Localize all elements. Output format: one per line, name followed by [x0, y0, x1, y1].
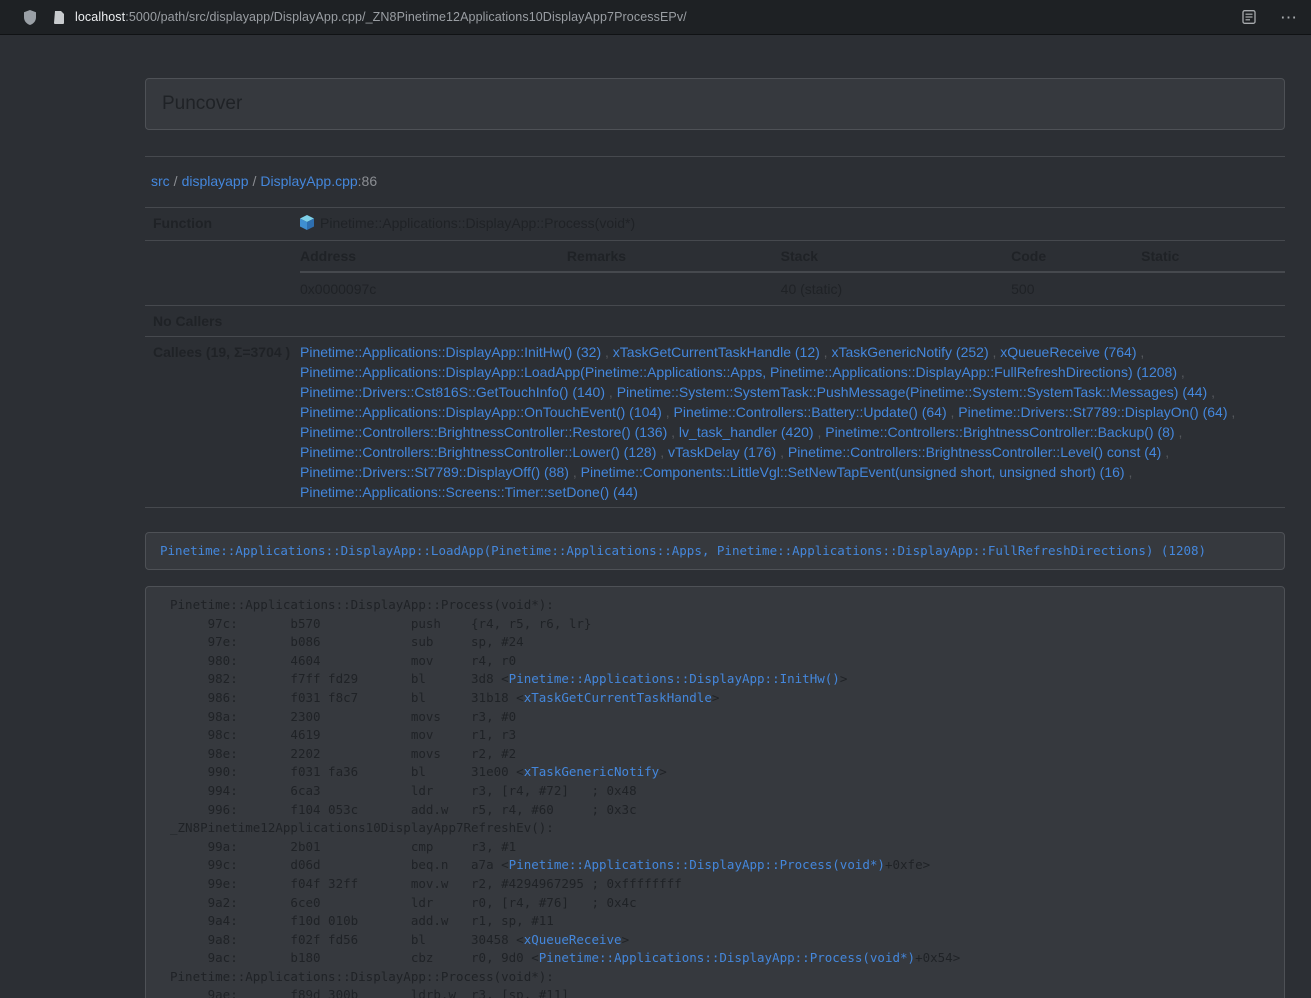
callee-separator: ,: [814, 424, 826, 440]
callee-separator: ,: [605, 384, 617, 400]
breadcrumb-link-src[interactable]: src: [151, 173, 170, 189]
stats-table: Address Remarks Stack Code Static 0x0000…: [300, 241, 1285, 305]
site-page-icon[interactable]: [54, 11, 65, 24]
callee-separator: ,: [820, 344, 832, 360]
page-content: Puncover src/displayapp/DisplayApp.cpp:8…: [145, 35, 1285, 998]
header-stack: Stack: [781, 241, 1011, 272]
code-symbol-link[interactable]: xQueueReceive: [524, 932, 622, 947]
shield-icon[interactable]: [22, 9, 38, 26]
callee-link[interactable]: vTaskDelay (176): [668, 444, 776, 460]
cell-stack: 40 (static): [781, 272, 1011, 305]
header-address: Address: [300, 241, 567, 272]
cell-address: 0x0000097c: [300, 272, 567, 305]
url-path: :5000/path/src/displayapp/DisplayApp.cpp…: [125, 10, 687, 24]
function-row-label: Function: [145, 208, 300, 241]
divider: [145, 156, 1285, 157]
callee-link[interactable]: Pinetime::Components::LittleVgl::SetNewT…: [581, 464, 1125, 480]
reader-view-icon[interactable]: [1242, 10, 1256, 24]
function-cube-icon: [300, 215, 314, 235]
function-name: Pinetime::Applications::DisplayApp::Proc…: [320, 215, 635, 231]
breadcrumb-line-number: :86: [358, 173, 377, 189]
breadcrumb-link-file[interactable]: DisplayApp.cpp: [260, 173, 357, 189]
breadcrumb-separator: /: [174, 173, 178, 189]
callee-separator: ,: [947, 404, 959, 420]
callee-link[interactable]: Pinetime::Drivers::Cst816S::GetTouchInfo…: [300, 384, 605, 400]
callee-separator: ,: [1175, 424, 1183, 440]
url-bar[interactable]: localhost:5000/path/src/displayapp/Displ…: [75, 10, 687, 24]
cell-remarks: [567, 272, 781, 305]
callee-link[interactable]: Pinetime::Controllers::Battery::Update()…: [674, 404, 947, 420]
callee-link[interactable]: Pinetime::Controllers::BrightnessControl…: [788, 444, 1161, 460]
header-code: Code: [1011, 241, 1141, 272]
page-title: Puncover: [162, 93, 242, 114]
disassembly: Pinetime::Applications::DisplayApp::Proc…: [170, 596, 1260, 998]
callee-link[interactable]: Pinetime::Controllers::BrightnessControl…: [825, 424, 1174, 440]
callees-list: Pinetime::Applications::DisplayApp::Init…: [300, 337, 1285, 508]
no-callers-row: No Callers: [145, 306, 1285, 337]
callee-separator: ,: [989, 344, 1001, 360]
header-static: Static: [1141, 241, 1285, 272]
breadcrumb-separator: /: [253, 173, 257, 189]
code-panel: Pinetime::Applications::DisplayApp::Proc…: [145, 586, 1285, 998]
stats-row-spacer: [145, 241, 300, 306]
browser-topbar: localhost:5000/path/src/displayapp/Displ…: [0, 0, 1311, 35]
code-symbol-link[interactable]: Pinetime::Applications::DisplayApp::Proc…: [509, 857, 885, 872]
callees-row: Callees (19, Σ=3704 ) Pinetime::Applicat…: [145, 337, 1285, 508]
breadcrumb: src/displayapp/DisplayApp.cpp:86: [145, 167, 1285, 195]
callee-link[interactable]: lv_task_handler (420): [679, 424, 814, 440]
callee-link[interactable]: xTaskGetCurrentTaskHandle (12): [613, 344, 820, 360]
callee-separator: ,: [1228, 404, 1236, 420]
callee-link[interactable]: Pinetime::Applications::DisplayApp::OnTo…: [300, 404, 662, 420]
code-symbol-link[interactable]: Pinetime::Applications::DisplayApp::Init…: [509, 671, 840, 686]
code-symbol-link[interactable]: xTaskGetCurrentTaskHandle: [524, 690, 712, 705]
code-symbol-link[interactable]: Pinetime::Applications::DisplayApp::Proc…: [539, 950, 915, 965]
callee-separator: ,: [1136, 344, 1144, 360]
callee-link[interactable]: Pinetime::Controllers::BrightnessControl…: [300, 424, 667, 440]
no-callers-label: No Callers: [145, 306, 300, 337]
callee-separator: ,: [569, 464, 581, 480]
puncover-title-panel: Puncover: [145, 78, 1285, 130]
callee-link[interactable]: xTaskGenericNotify (252): [831, 344, 988, 360]
stats-header-row: Address Remarks Stack Code Static: [300, 241, 1285, 272]
symbol-panel: Pinetime::Applications::DisplayApp::Load…: [145, 532, 1285, 570]
callee-separator: ,: [667, 424, 679, 440]
breadcrumb-link-displayapp[interactable]: displayapp: [182, 173, 249, 189]
callee-link[interactable]: Pinetime::Drivers::St7789::DisplayOff() …: [300, 464, 569, 480]
function-table: Function Pinetime::Applications::Display…: [145, 207, 1285, 508]
callee-separator: ,: [1207, 384, 1215, 400]
stats-value-row: 0x0000097c 40 (static) 500: [300, 272, 1285, 305]
stats-row: Address Remarks Stack Code Static 0x0000…: [145, 241, 1285, 306]
callee-separator: ,: [1125, 464, 1133, 480]
symbol-link[interactable]: Pinetime::Applications::DisplayApp::Load…: [160, 543, 1206, 558]
header-remarks: Remarks: [567, 241, 781, 272]
callee-link[interactable]: Pinetime::Applications::Screens::Timer::…: [300, 484, 638, 500]
callee-separator: ,: [601, 344, 613, 360]
callee-separator: ,: [1177, 364, 1185, 380]
callee-separator: ,: [662, 404, 674, 420]
callee-link[interactable]: Pinetime::Controllers::BrightnessControl…: [300, 444, 656, 460]
url-host: localhost: [75, 10, 125, 24]
callee-link[interactable]: Pinetime::System::SystemTask::PushMessag…: [617, 384, 1208, 400]
callees-label: Callees (19, Σ=3704 ): [145, 337, 300, 508]
callee-separator: ,: [1161, 444, 1169, 460]
function-row: Function Pinetime::Applications::Display…: [145, 208, 1285, 241]
callee-separator: ,: [656, 444, 668, 460]
callee-link[interactable]: Pinetime::Applications::DisplayApp::Load…: [300, 364, 1177, 380]
callee-link[interactable]: xQueueReceive (764): [1000, 344, 1136, 360]
code-symbol-link[interactable]: xTaskGenericNotify: [524, 764, 659, 779]
callee-separator: ,: [776, 444, 788, 460]
callee-link[interactable]: Pinetime::Applications::DisplayApp::Init…: [300, 344, 601, 360]
callee-link[interactable]: Pinetime::Drivers::St7789::DisplayOn() (…: [958, 404, 1227, 420]
cell-static: [1141, 272, 1285, 305]
browser-menu-icon[interactable]: ⋯: [1280, 9, 1297, 26]
cell-code: 500: [1011, 272, 1141, 305]
